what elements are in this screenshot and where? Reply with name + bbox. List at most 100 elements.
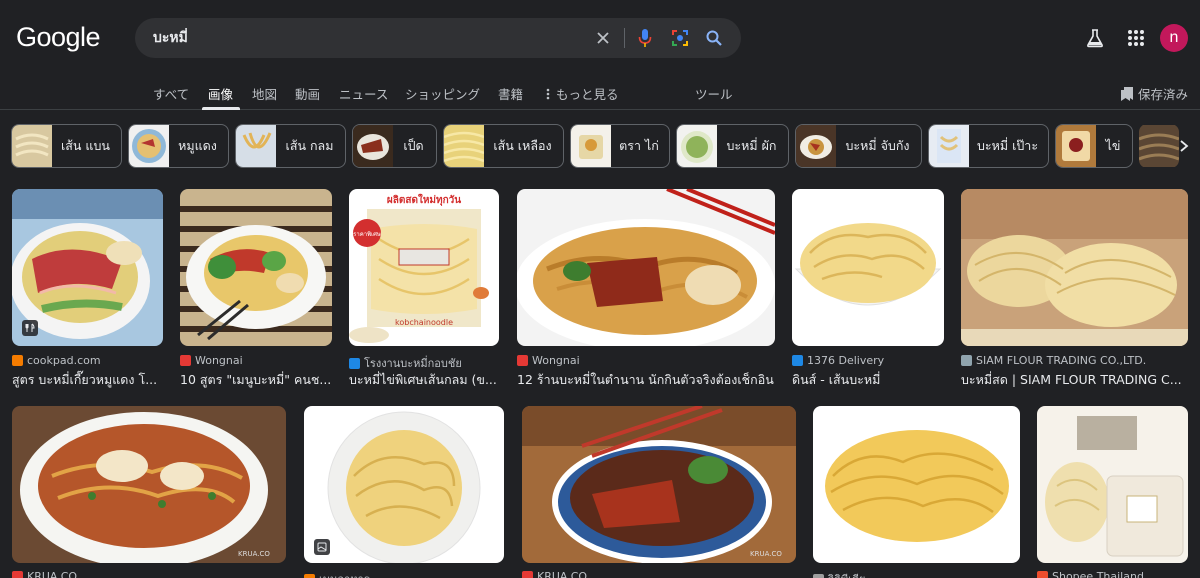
header: Google n: [0, 0, 1200, 76]
chips-next-button[interactable]: [1172, 136, 1196, 156]
tab-books[interactable]: 書籍: [498, 84, 523, 103]
chip-label: เส้น แบน: [61, 138, 110, 153]
site-favicon: [1037, 571, 1048, 578]
image-result[interactable]: ผลิตสดใหม่ทุกวัน ราคาพิเศษ kobchainoodle…: [349, 189, 499, 389]
labs-flask-icon[interactable]: [1084, 27, 1106, 49]
chip-thumbnail: [677, 125, 717, 167]
tools-button[interactable]: ツール: [695, 84, 733, 103]
result-title[interactable]: บะหมี่ไข่พิเศษเส้นกลม (ข...: [349, 370, 499, 390]
result-image[interactable]: [792, 189, 944, 346]
result-source[interactable]: วิกิพีเดีย: [813, 570, 1020, 578]
chip[interactable]: เป็ด: [352, 124, 437, 168]
site-favicon: [12, 571, 23, 578]
tab-news[interactable]: ニュース: [339, 84, 388, 103]
chevron-right-icon: [1180, 140, 1189, 152]
search-divider: [624, 28, 625, 48]
image-result[interactable]: cookpad.com สูตร บะหมี่เกี๊ยวหมูแดง โ...: [12, 189, 163, 389]
image-result[interactable]: 1376 Delivery ดินส์ - เส้นบะหมี่: [792, 189, 944, 389]
chip[interactable]: บะหมี่ จับกัง: [795, 124, 922, 168]
result-source[interactable]: KRUA.CO: [522, 570, 796, 578]
image-result[interactable]: Wongnai 12 ร้านบะหมี่ในตำนาน นักกินตัวจร…: [517, 189, 775, 389]
source-name: เมนูอาหาร: [319, 570, 370, 578]
chip-label: เส้น กลม: [285, 138, 334, 153]
result-image[interactable]: ผลิตสดใหม่ทุกวัน ราคาพิเศษ kobchainoodle: [349, 189, 499, 346]
chip[interactable]: บะหมี่ เป๊าะ: [928, 124, 1049, 168]
watermark-text: KRUA.CO: [750, 550, 782, 558]
source-name: Wongnai: [532, 354, 580, 367]
tab-images[interactable]: 画像: [208, 84, 233, 103]
image-result[interactable]: Wongnai 10 สูตร "เมนูบะหมี่" คนช...: [180, 189, 332, 389]
tab-maps[interactable]: 地図: [252, 84, 277, 103]
chip-label: บะหมี่ ผัก: [726, 138, 777, 153]
image-result[interactable]: วิกิพีเดีย: [813, 406, 1020, 578]
apps-grid-icon[interactable]: [1125, 27, 1147, 49]
chip-label: ไข่: [1105, 138, 1121, 153]
tab-videos[interactable]: 動画: [295, 84, 320, 103]
result-source[interactable]: Wongnai: [517, 354, 775, 367]
chip[interactable]: เส้น เหลือง: [443, 124, 564, 168]
google-logo[interactable]: Google: [16, 22, 101, 53]
site-favicon: [180, 355, 191, 366]
result-image[interactable]: [517, 189, 775, 346]
recipe-icon: [22, 320, 38, 336]
image-result[interactable]: KRUA.CO KRUA.CO: [522, 406, 796, 578]
saved-link[interactable]: 保存済み: [1120, 84, 1188, 103]
bookmark-icon: [1121, 86, 1133, 101]
source-name: 1376 Delivery: [807, 354, 885, 367]
chip-thumbnail: [571, 125, 611, 167]
chip[interactable]: เส้น แบน: [11, 124, 122, 168]
result-source[interactable]: เมนูอาหาร: [304, 570, 504, 578]
chip[interactable]: ไข่: [1055, 124, 1133, 168]
source-name: Shopee Thailand: [1052, 570, 1144, 578]
bag-brand-text: kobchainoodle: [395, 318, 453, 327]
source-name: Wongnai: [195, 354, 243, 367]
result-image[interactable]: [813, 406, 1020, 563]
chip-thumbnail: [444, 125, 484, 167]
search-icon[interactable]: [704, 28, 724, 48]
active-tab-indicator: [202, 107, 240, 110]
result-image[interactable]: KRUA.CO: [12, 406, 286, 563]
result-source[interactable]: Wongnai: [180, 354, 332, 367]
site-favicon: [792, 355, 803, 366]
chip-label: บะหมี่ จับกัง: [845, 138, 910, 153]
source-name: วิกิพีเดีย: [828, 570, 865, 578]
result-title[interactable]: ดินส์ - เส้นบะหมี่: [792, 370, 944, 390]
result-title[interactable]: 10 สูตร "เมนูบะหมี่" คนช...: [180, 370, 332, 390]
site-favicon: [12, 355, 23, 366]
microphone-icon[interactable]: [635, 28, 655, 48]
result-title[interactable]: บะหมี่สด | SIAM FLOUR TRADING C...: [961, 370, 1188, 390]
result-image[interactable]: KRUA.CO: [522, 406, 796, 563]
source-name: KRUA.CO: [537, 570, 588, 578]
account-avatar[interactable]: n: [1160, 24, 1188, 52]
site-favicon: [517, 355, 528, 366]
search-box[interactable]: [135, 18, 741, 58]
chip[interactable]: บะหมี่ ผัก: [676, 124, 789, 168]
chip[interactable]: เส้น กลม: [235, 124, 346, 168]
image-result[interactable]: เมนูอาหาร: [304, 406, 504, 578]
tab-more[interactable]: もっと見る: [544, 84, 619, 103]
result-image[interactable]: [180, 189, 332, 346]
image-result[interactable]: Shopee Thailand: [1037, 406, 1188, 578]
result-image[interactable]: [304, 406, 504, 563]
clear-icon[interactable]: [593, 28, 613, 48]
result-image[interactable]: [1037, 406, 1188, 563]
tab-shopping[interactable]: ショッピング: [405, 84, 480, 103]
result-source[interactable]: cookpad.com: [12, 354, 163, 367]
image-result[interactable]: SIAM FLOUR TRADING CO.,LTD. บะหมี่สด | S…: [961, 189, 1188, 389]
result-title[interactable]: สูตร บะหมี่เกี๊ยวหมูแดง โ...: [12, 370, 163, 390]
chip[interactable]: หมูแดง: [128, 124, 229, 168]
chip[interactable]: ตรา ไก่: [570, 124, 670, 168]
image-result[interactable]: KRUA.CO KRUA.CO: [12, 406, 286, 578]
result-source[interactable]: SIAM FLOUR TRADING CO.,LTD.: [961, 354, 1188, 367]
result-title[interactable]: 12 ร้านบะหมี่ในตำนาน นักกินตัวจริงต้องเช…: [517, 370, 775, 390]
search-input[interactable]: [153, 28, 573, 48]
result-source[interactable]: KRUA.CO: [12, 570, 286, 578]
chip-thumbnail: [929, 125, 969, 167]
lens-icon[interactable]: [670, 28, 690, 48]
result-image[interactable]: [961, 189, 1188, 346]
tab-all[interactable]: すべて: [153, 84, 189, 103]
watermark-text: KRUA.CO: [238, 550, 270, 558]
result-source[interactable]: 1376 Delivery: [792, 354, 944, 367]
search-tabs: すべて 画像 地図 動画 ニュース ショッピング 書籍 もっと見る ツール 保存…: [0, 76, 1200, 110]
result-source[interactable]: Shopee Thailand: [1037, 570, 1188, 578]
